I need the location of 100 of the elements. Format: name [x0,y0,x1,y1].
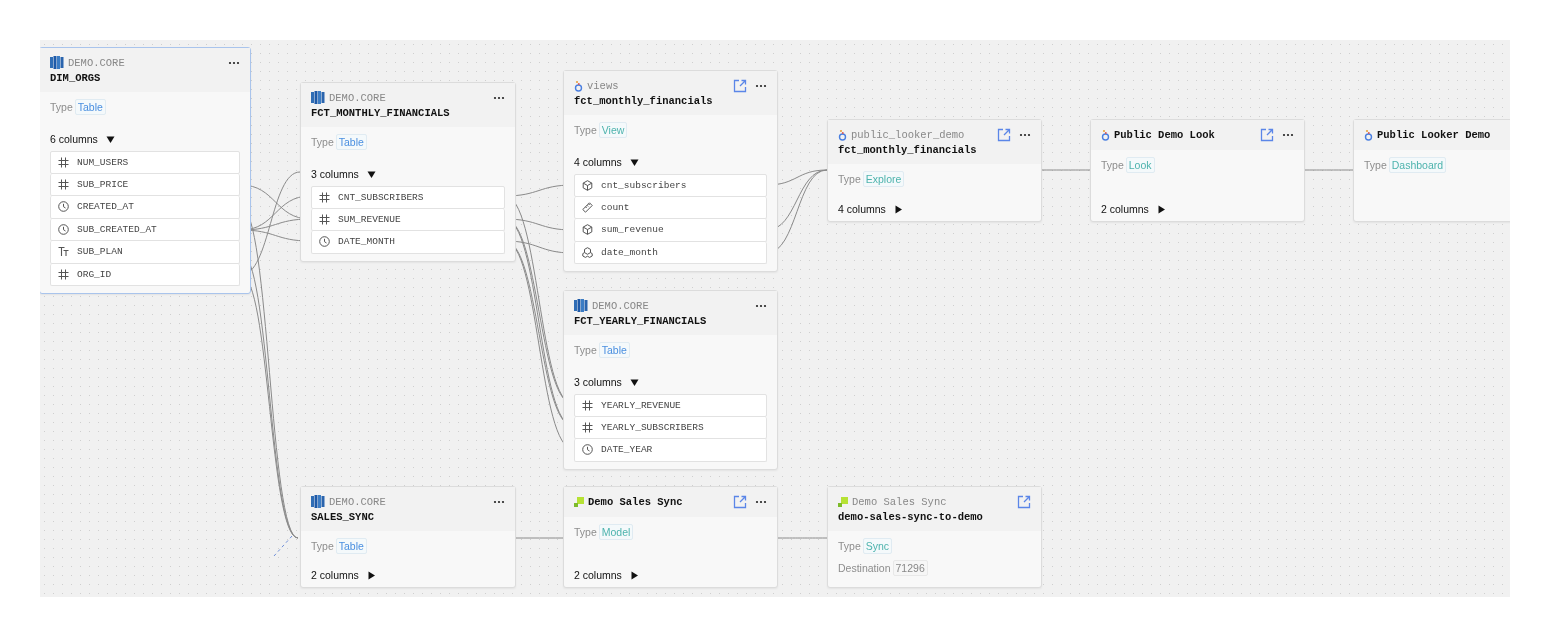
column-row[interactable]: cnt_subscribers [574,174,767,197]
more-icon[interactable] [1282,132,1294,137]
external-link-icon[interactable] [733,494,747,509]
clock-icon [58,223,69,235]
type-label: Type [838,173,861,185]
node-title: demo-sales-sync-to-demo [838,511,984,523]
column-row[interactable]: ORG_ID [50,263,240,286]
connector-line [515,537,564,539]
lineage-node[interactable]: DEMO.CORE FCT_YEARLY_FINANCIALS Type Table 3 columns YEARLY_REVENUE YEARLY_SUBSCRIBERS DATE_YEAR [563,290,778,470]
column-row[interactable]: SUB_PLAN [50,241,240,264]
hash-icon [58,178,69,190]
columns-toggle[interactable]: 3 columns [574,376,639,388]
lineage-node[interactable]: views fct_monthly_financials Type View 4 columns cnt_subscribers count sum_revenue date_month [563,70,778,272]
ring-icon [1101,128,1110,141]
hash-icon [58,268,69,280]
column-row[interactable]: CNT_SUBSCRIBERS [311,186,505,209]
node-schema: DEMO.CORE [329,91,386,104]
external-link-icon[interactable] [997,127,1011,142]
lineage-node[interactable]: DEMO.CORE FCT_MONTHLY_FINANCIALS Type Table 3 columns CNT_SUBSCRIBERS SUM_REVENUE DATE_MONTH [300,82,516,262]
connector-line [777,537,828,539]
column-row[interactable]: count [574,196,767,219]
column-row[interactable]: NUM_USERS [50,151,240,174]
lineage-node[interactable]: Demo Sales Sync Type Model 2 columns [563,486,778,588]
connector-line [1041,169,1091,171]
more-icon[interactable] [228,60,240,65]
columns-toggle[interactable]: 6 columns [50,133,115,145]
column-name: CNT_SUBSCRIBERS [338,191,424,203]
type-label: Type [50,101,73,113]
hash-icon [582,399,593,411]
node-schema: DEMO.CORE [592,299,649,312]
cube-icon [582,224,593,236]
column-row[interactable]: SUB_CREATED_AT [50,218,240,241]
column-name: sum_revenue [601,224,664,236]
node-schema: Demo Sales Sync [852,495,947,508]
hash-icon [58,156,69,168]
node-title: Public Looker Demo [1377,128,1491,141]
lineage-node[interactable]: DEMO.CORE DIM_ORGS Type Table 6 columns NUM_USERS SUB_PRICE CREATED_AT SUB_CREATED_AT SUB_PLAN ORG_ID [40,47,251,294]
more-icon[interactable] [755,303,767,308]
type-label: Type [311,540,334,552]
type-tag: View [598,122,628,138]
column-row[interactable]: YEARLY_SUBSCRIBERS [574,416,767,439]
external-link-icon[interactable] [1017,494,1031,509]
column-row[interactable]: CREATED_AT [50,196,240,219]
type-label: Type [1364,159,1387,171]
more-icon[interactable] [755,83,767,88]
type-label: Type [311,136,334,148]
hash-icon [319,213,330,225]
columns-toggle[interactable]: 4 columns [574,156,639,168]
type-label: Type [1101,159,1124,171]
lineage-node[interactable]: Public Looker Demo Type Dashboard [1353,119,1510,222]
cube-stack-icon [582,246,593,258]
node-schema: DEMO.CORE [68,56,125,69]
columns-toggle[interactable]: 2 columns [574,569,639,581]
type-tag: Look [1125,157,1155,173]
database-icon [311,91,325,104]
type-label: Type [574,124,597,136]
more-icon[interactable] [493,499,505,504]
column-name: count [601,201,630,213]
hash-icon [319,191,330,203]
lineage-node[interactable]: Public Demo Look Type Look 2 columns [1090,119,1305,222]
column-name: DATE_MONTH [338,236,395,248]
columns-toggle[interactable]: 2 columns [311,569,376,581]
text-type-icon [58,246,69,258]
type-tag: Sync [862,538,893,554]
ring-icon [1364,128,1373,141]
columns-toggle[interactable]: 2 columns [1101,203,1166,215]
column-row[interactable]: sum_revenue [574,219,767,242]
lineage-node[interactable]: Demo Sales Sync demo-sales-sync-to-demo Type Sync Destination 71296 [827,486,1042,588]
column-name: ORG_ID [77,268,112,280]
column-name: SUB_PRICE [77,178,129,190]
column-name: cnt_subscribers [601,179,687,191]
column-row[interactable]: SUM_REVENUE [311,208,505,231]
node-title: DIM_ORGS [50,72,102,84]
column-row[interactable]: DATE_YEAR [574,439,767,462]
external-link-icon[interactable] [733,78,747,93]
column-row[interactable]: date_month [574,241,767,264]
database-icon [311,495,325,508]
column-row[interactable]: SUB_PRICE [50,173,240,196]
more-icon[interactable] [493,95,505,100]
lineage-node[interactable]: public_looker_demo fct_monthly_financials Type Explore 4 columns [827,119,1042,222]
clock-icon [319,236,330,248]
type-tag: Table [74,99,106,115]
detail-label: Destination [838,562,891,574]
column-name: SUB_PLAN [77,246,123,258]
more-icon[interactable] [755,499,767,504]
column-row[interactable]: DATE_MONTH [311,231,505,254]
column-row[interactable]: YEARLY_REVENUE [574,394,767,417]
column-name: NUM_USERS [77,156,129,168]
lineage-node[interactable]: DEMO.CORE SALES_SYNC Type Table 2 columns [300,486,516,588]
node-title: SALES_SYNC [311,511,375,523]
columns-toggle[interactable]: 4 columns [838,203,903,215]
more-icon[interactable] [1019,132,1031,137]
clock-icon [582,444,593,456]
type-label: Type [574,526,597,538]
columns-toggle[interactable]: 3 columns [311,168,376,180]
column-name: YEARLY_SUBSCRIBERS [601,421,704,433]
external-link-icon[interactable] [1260,127,1274,142]
node-title: FCT_MONTHLY_FINANCIALS [311,107,451,119]
database-icon [50,56,64,69]
node-title: Public Demo Look [1114,128,1215,141]
